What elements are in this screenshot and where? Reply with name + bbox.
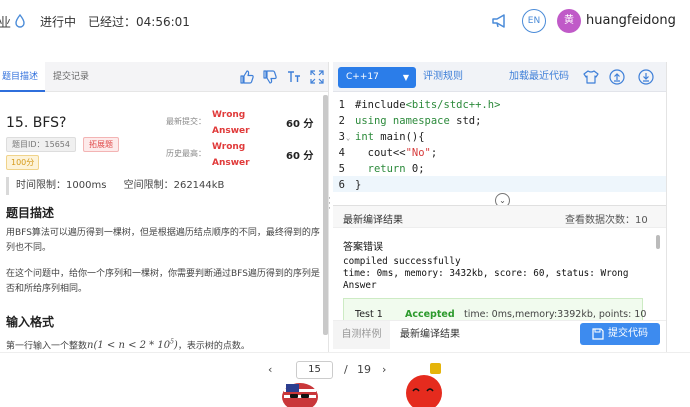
memory-limit: 空间限制：262144kB xyxy=(123,180,225,191)
extension-tag: 拓展题 xyxy=(83,137,119,152)
latest-verdict: Wrong Answer xyxy=(212,110,250,136)
download-icon[interactable] xyxy=(638,69,654,85)
upload-icon[interactable] xyxy=(609,69,625,85)
output-line: compiled successfully xyxy=(343,256,461,267)
description-heading: 题目描述 xyxy=(6,206,55,220)
testcase-detail: time: 0ms,memory:3392kb, points: 10 xyxy=(464,309,647,320)
code-line: using namespace std; xyxy=(355,115,482,127)
description-paragraph-2: 在这个问题中，给你一个序列和一棵树，你需要判断通过BFS遍历得到的序列是否和所给… xyxy=(6,269,320,294)
problem-panel: 题目描述 提交记录 15. BFS? 题目ID：15654 拓展题 100分 最… xyxy=(0,62,329,352)
chevron-right-icon[interactable]: › xyxy=(382,363,386,376)
code-line: cout<<"No"; xyxy=(355,147,438,159)
problem-tabs: 题目描述 提交记录 xyxy=(0,62,328,92)
drop-icon xyxy=(15,14,25,28)
announcement-icon[interactable] xyxy=(491,12,509,30)
error-title: 答案错误 xyxy=(343,242,383,253)
latest-score: 60 分 xyxy=(286,119,314,130)
input-format-paragraph: 第一行输入一个整数n(1 < n < 2 * 105)，表示树的点数。 xyxy=(6,339,250,352)
line-number: 4 xyxy=(338,147,345,159)
input-math: n(1 < n < 2 * 105) xyxy=(87,339,178,352)
load-latest-code-link[interactable]: 加载最近代码 xyxy=(509,62,569,92)
panel-resize-handle[interactable]: · · · xyxy=(327,195,332,215)
contest-status: 进行中 xyxy=(40,15,77,29)
code-area[interactable]: 1 #include<bits/stdc++.h> 2 using namesp… xyxy=(333,94,666,204)
code-line: return 0; xyxy=(355,163,425,175)
code-line: int main(){ xyxy=(355,131,425,143)
thumbs-up-icon[interactable] xyxy=(240,70,254,84)
eval-rules-link[interactable]: 评测规则 xyxy=(423,62,463,92)
current-line-highlight xyxy=(333,176,666,192)
limits-bar: 时间限制：1000ms 空间限制：262144kB xyxy=(6,177,318,195)
theme-shirt-icon[interactable] xyxy=(583,69,599,85)
result-output: 答案错误 compiled successfully time: 0ms, me… xyxy=(343,242,653,292)
testcase-name: Test 1 xyxy=(355,309,383,320)
line-number: 5 xyxy=(338,163,345,175)
username[interactable]: huangfeidong xyxy=(586,13,676,28)
tab-submission-history[interactable]: 提交记录 xyxy=(53,62,89,92)
line-number: 1 xyxy=(338,99,345,111)
problem-id-badge: 题目ID：15654 xyxy=(6,137,76,152)
font-size-icon[interactable] xyxy=(287,70,301,84)
testcase-verdict: Accepted xyxy=(405,309,455,320)
result-tabbar: 自测样例 最新编译结果 提交代码 xyxy=(333,320,666,350)
score-tag: 100分 xyxy=(6,155,40,170)
language-select[interactable]: C++17 ▼ xyxy=(338,67,416,88)
chevron-down-icon: ▼ xyxy=(402,73,409,82)
result-header: 最新编译结果 查看数据次数：10 xyxy=(333,206,666,228)
latest-submit-label: 最新提交： xyxy=(166,117,206,126)
truncated-nav-text: 业 xyxy=(0,16,12,31)
output-line: time: 0ms, memory: 3432kb, score: 60, st… xyxy=(343,268,629,279)
avatar[interactable]: 黄 xyxy=(557,9,581,33)
tab-problem-description[interactable]: 题目描述 xyxy=(0,62,45,92)
tab-self-test[interactable]: 自测样例 xyxy=(333,321,390,349)
best-verdict: Wrong Answer xyxy=(212,142,250,168)
elapsed-time: 已经过：04:56:01 xyxy=(88,15,190,29)
fold-arrow-icon[interactable]: ⌄ xyxy=(346,134,350,142)
output-line: Answer xyxy=(343,280,377,291)
problem-scrollbar[interactable] xyxy=(323,95,328,335)
line-number: 6 xyxy=(338,179,345,191)
input-format-heading: 输入格式 xyxy=(6,315,55,329)
result-title: 最新编译结果 xyxy=(343,215,403,226)
best-score: 60 分 xyxy=(286,151,314,162)
line-number: 2 xyxy=(338,115,345,127)
top-bar: 业 进行中 已经过：04:56:01 EN 黄 huangfeidong xyxy=(0,0,690,44)
line-number: 3 xyxy=(338,131,345,143)
flag-ball-mascot-icon xyxy=(282,383,318,407)
tab-latest-result[interactable]: 最新编译结果 xyxy=(390,321,470,349)
compile-result-panel: 最新编译结果 查看数据次数：10 答案错误 compiled successfu… xyxy=(333,205,666,328)
expand-icon[interactable] xyxy=(310,70,324,84)
right-edge-panel xyxy=(666,62,690,352)
submit-code-button[interactable]: 提交代码 xyxy=(580,323,660,345)
page-total: 19 xyxy=(357,363,371,376)
time-limit: 时间限制：1000ms xyxy=(16,180,107,191)
data-view-count: 查看数据次数：10 xyxy=(565,215,648,226)
description-paragraph-1: 用BFS算法可以遍历得到一棵树，但是根据遍历结点顺序的不同，最终得到的序列也不同… xyxy=(6,228,320,253)
code-line: #include<bits/stdc++.h> xyxy=(355,99,501,111)
problem-title: 15. BFS? xyxy=(6,115,67,131)
red-ball-mascot-icon xyxy=(406,363,442,407)
best-score-label: 历史最高： xyxy=(166,149,206,158)
chevron-left-icon[interactable]: ‹ xyxy=(268,363,272,376)
editor-toolbar: C++17 ▼ 评测规则 加载最近代码 xyxy=(333,62,666,92)
result-scrollbar[interactable] xyxy=(656,235,660,249)
page-separator: / xyxy=(344,363,348,376)
save-icon xyxy=(592,328,604,340)
pagination: ‹ 15 / 19 › xyxy=(0,352,690,407)
language-toggle-button[interactable]: EN xyxy=(522,9,546,33)
code-line: } xyxy=(355,179,362,191)
thumbs-down-icon[interactable] xyxy=(263,70,277,84)
